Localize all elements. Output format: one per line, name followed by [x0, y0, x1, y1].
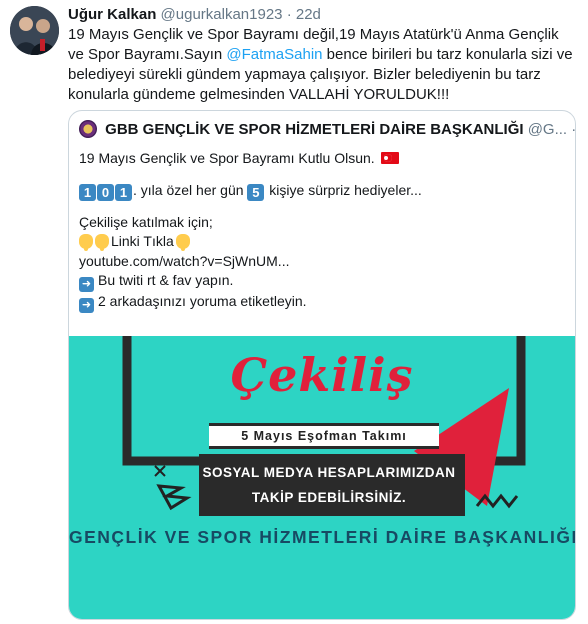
quote-line1: 19 Mayıs Gençlik ve Spor Bayramı Kutlu O…	[79, 150, 375, 166]
quote-media-image[interactable]: Çekiliş 5 Mayıs Eşofman Takımı SOSYAL ME…	[69, 336, 575, 619]
media-social-text: SOSYAL MEDYA HESAPLARIMIZDAN TAKİP EDEBİ…	[195, 460, 463, 510]
quote-author-name: GBB GENÇLİK VE SPOR HİZMETLERİ DAİRE BAŞ…	[105, 121, 524, 138]
quote-handle: @G...	[527, 121, 568, 138]
tweet-header: Uğur Kalkan @ugurkalkan1923 · 22d	[68, 5, 321, 25]
quote-line3: Çekilişe katılmak için;	[79, 213, 213, 230]
quote-separator: ·	[571, 121, 576, 138]
pointing-down-hand-icon	[95, 234, 109, 251]
quoted-tweet[interactable]: GBB GENÇLİK VE SPOR HİZMETLERİ DAİRE BAŞ…	[68, 110, 576, 620]
tweet-time[interactable]: 22d	[296, 6, 321, 23]
media-title: Çekiliş	[230, 348, 414, 402]
separator: ·	[286, 6, 292, 23]
quote-header: GBB GENÇLİK VE SPOR HİZMETLERİ DAİRE BAŞ…	[79, 120, 576, 140]
quote-line2: . yıla özel her gün	[133, 181, 248, 198]
tweet[interactable]: Uğur Kalkan @ugurkalkan1923 · 22d 19 May…	[0, 0, 588, 624]
quote-line4: Linki Tıkla	[111, 233, 174, 249]
right-arrow-icon: ➜	[79, 298, 94, 313]
media-social-line1: SOSYAL MEDYA HESAPLARIMIZDAN	[202, 465, 456, 480]
pointing-down-hand-icon	[175, 234, 190, 251]
author-handle[interactable]: @ugurkalkan1923	[161, 6, 283, 23]
mention-link[interactable]: @FatmaSahin	[226, 46, 322, 63]
quote-line2-end: kişiye sürpriz hediyeler...	[265, 181, 422, 198]
keycap-icon: 1	[115, 183, 132, 201]
media-social-line2: TAKİP EDEBİLİRSİNİZ.	[251, 490, 407, 505]
media-banner: 5 Mayıs Eşofman Takımı	[209, 423, 439, 449]
tweet-text: 19 Mayıs Gençlik ve Spor Bayramı değil,1…	[68, 25, 576, 105]
keycap-icon: 5	[247, 183, 265, 201]
org-logo-icon	[79, 120, 97, 138]
avatar[interactable]	[10, 6, 59, 55]
quote-line6: Bu twiti rt & fav yapın.	[98, 272, 234, 288]
quote-text: 19 Mayıs Gençlik ve Spor Bayramı Kutlu O…	[79, 149, 569, 313]
quote-line7: 2 arkadaşınızı yoruma etiketleyin.	[98, 293, 307, 309]
keycap-icon: 0	[97, 183, 114, 201]
keycap-icon: 1	[79, 183, 96, 201]
pointing-down-hand-icon	[79, 234, 93, 251]
author-name[interactable]: Uğur Kalkan	[68, 6, 156, 23]
turkish-flag-icon	[380, 152, 399, 164]
quote-link: youtube.com/watch?v=SjWnUM...	[79, 252, 290, 269]
media-bottom-text: GENÇLİK VE SPOR HİZMETLERİ DAİRE BAŞKANL…	[69, 527, 575, 547]
right-arrow-icon: ➜	[79, 277, 94, 292]
